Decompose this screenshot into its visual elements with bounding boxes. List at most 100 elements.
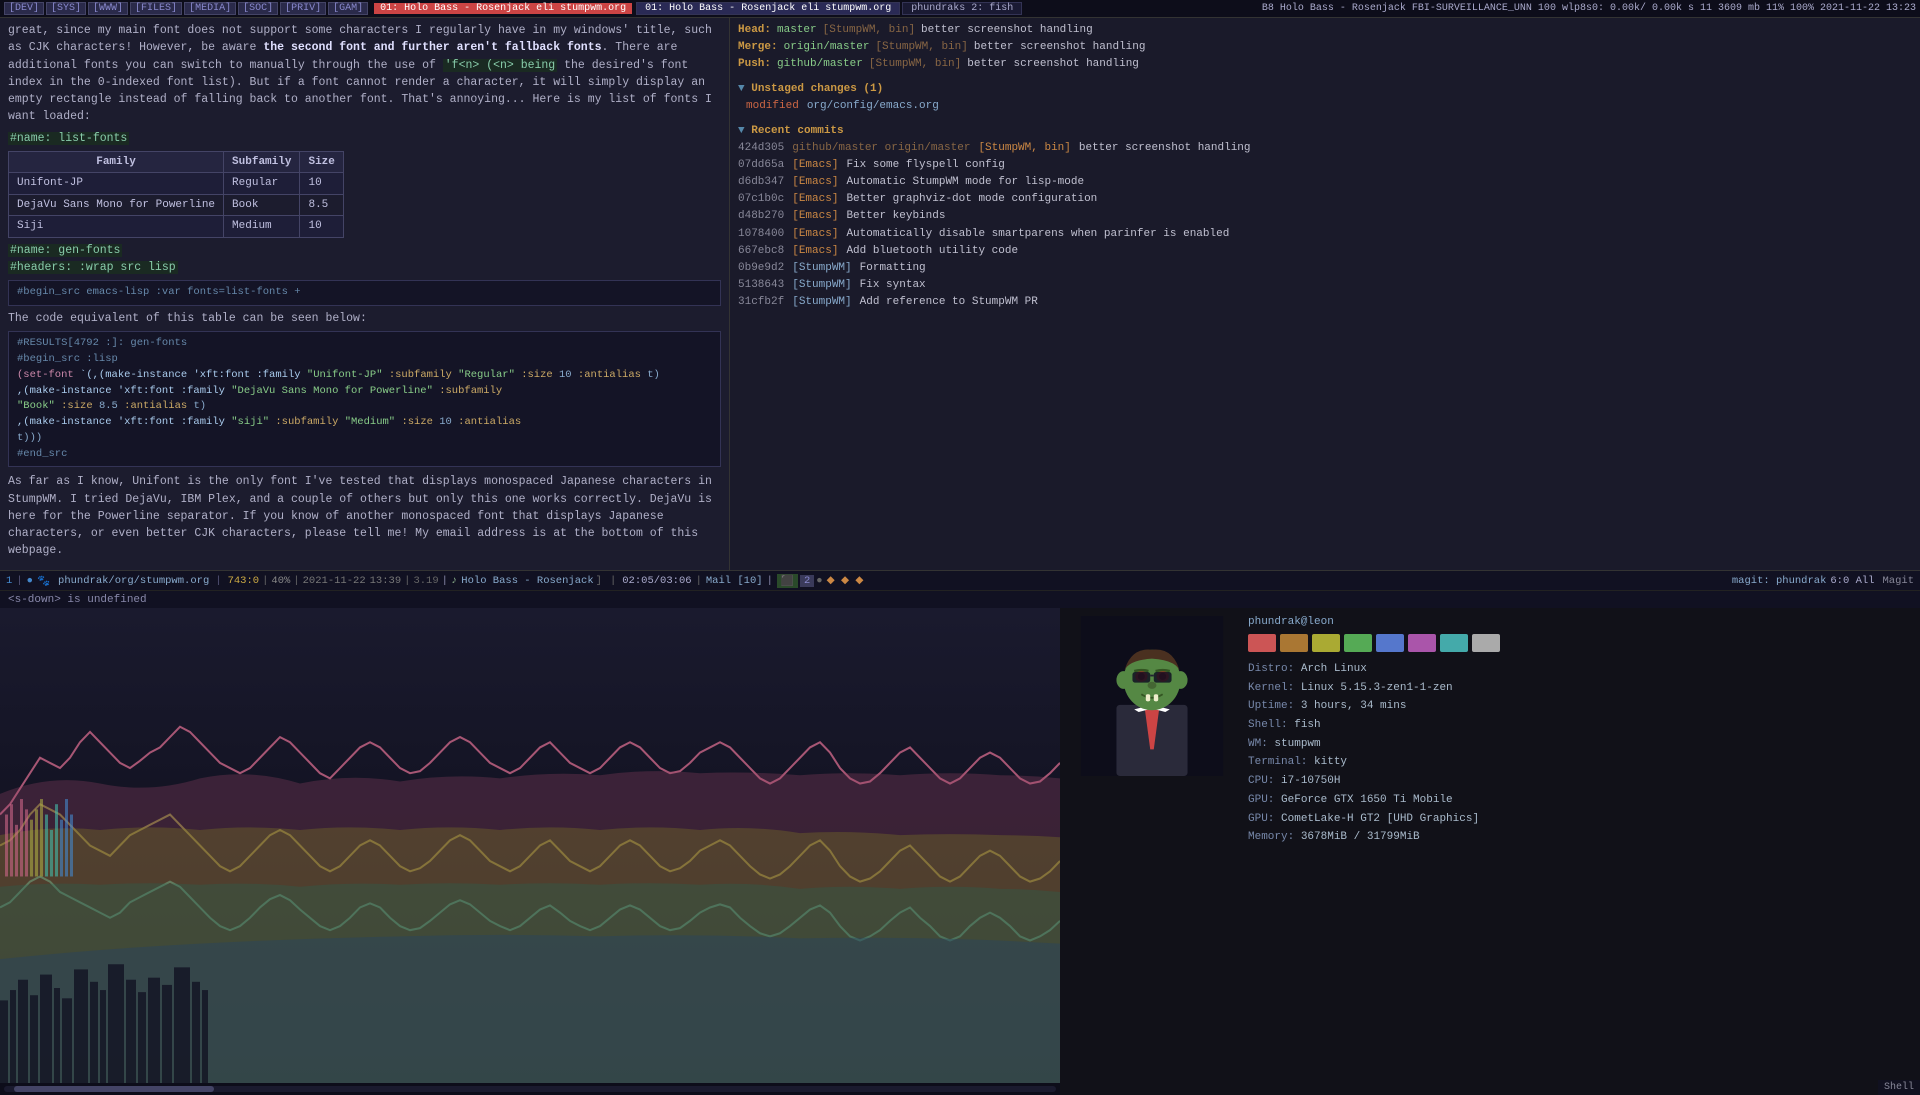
status-icon: 🐾	[37, 574, 50, 588]
status-icons: ◆ ◆ ◆	[827, 574, 864, 587]
terminal-row: Terminal: kitty	[1248, 753, 1500, 772]
commit-row-3: 07c1b0c [Emacs] Better graphviz-dot mode…	[738, 191, 1912, 208]
commit-hash-8[interactable]: 5138643	[738, 277, 784, 294]
commit-hash-1[interactable]: 07dd65a	[738, 157, 784, 174]
commit-tag-0: [StumpWM, bin]	[978, 140, 1070, 157]
modified-row: modified org/config/emacs.org	[746, 98, 1912, 115]
commit-msg-6: Add bluetooth utility code	[846, 243, 1018, 260]
status-time: 13:39	[370, 575, 402, 587]
tag-priv[interactable]: [PRIV]	[280, 2, 326, 15]
status-date: 2021-11-22	[303, 575, 366, 587]
status-music: Holo Bass - Rosenjack	[461, 575, 593, 587]
table-cell-font3: Siji	[9, 216, 224, 238]
commit-row-7: 0b9e9d2 [StumpWM] Formatting	[738, 260, 1912, 277]
waveform-visualizer[interactable]	[0, 608, 1060, 1095]
status-col-indicator: ⬛	[777, 574, 798, 588]
table-header-subfamily: Subfamily	[224, 151, 300, 173]
commit-row-4: d48b270 [Emacs] Better keybinds	[738, 208, 1912, 225]
wm-row: WM: stumpwm	[1248, 735, 1500, 754]
status-mail: Mail [10]	[706, 575, 763, 587]
commit-msg-1: Fix some flyspell config	[846, 157, 1004, 174]
unstaged-section-toggle[interactable]: ▼	[738, 83, 745, 95]
table-cell-font1: Unifont-JP	[9, 173, 224, 195]
uptime-row: Uptime: 3 hours, 34 mins	[1248, 697, 1500, 716]
echo-area: <s-down> is undefined	[0, 590, 1920, 608]
commit-ref-0: github/master origin/master	[792, 140, 970, 157]
shell-row: Shell: fish	[1248, 716, 1500, 735]
head-msg: better screenshot handling	[921, 22, 1093, 39]
status-zoom: 3.19	[413, 575, 438, 587]
table-cell-sub2: Book	[224, 194, 300, 216]
workspace-tags[interactable]: [DEV] [SYS] [WWW] [FILES] [MEDIA] [SOC] …	[4, 2, 368, 15]
status-music-time: 02:05/03:06	[622, 575, 691, 587]
code-block-results: #RESULTS[4792 :]: gen-fonts #begin_src :…	[8, 331, 721, 467]
main-split: great, since my main font does not suppo…	[0, 18, 1920, 570]
emacs-org-panel[interactable]: great, since my main font does not suppo…	[0, 18, 730, 570]
commit-hash-3[interactable]: 07c1b0c	[738, 191, 784, 208]
tag-soc[interactable]: [SOC]	[238, 2, 278, 15]
commit-tag-1: [Emacs]	[792, 157, 838, 174]
commit-row-0: 424d305 github/master origin/master [Stu…	[738, 140, 1912, 157]
window-tab-2[interactable]: phundraks 2: fish	[902, 2, 1022, 15]
active-window-title: 01: Holo Bass - Rosenjack eli stumpwm.or…	[374, 3, 632, 14]
commit-hash-5[interactable]: 1078400	[738, 226, 784, 243]
tag-www[interactable]: [WWW]	[88, 2, 128, 15]
code-name-genfonts: #name: gen-fonts	[8, 244, 122, 257]
avatar-svg	[1072, 616, 1232, 776]
memory-row: Memory: 3678MiB / 31799MiB	[1248, 828, 1500, 847]
table-cell-size1: 10	[300, 173, 343, 195]
username-display: phundrak@leon	[1248, 616, 1500, 628]
status-music-note: ♪	[451, 575, 457, 587]
modified-filepath[interactable]: org/config/emacs.org	[807, 98, 939, 115]
org-text-equiv: The code equivalent of this table can be…	[8, 310, 721, 327]
org-text-intro: great, since my main font does not suppo…	[8, 22, 721, 126]
scrollbar-thumb[interactable]	[14, 1086, 214, 1092]
table-cell-size3: 10	[300, 216, 343, 238]
tag-dev[interactable]: [DEV]	[4, 2, 44, 15]
commit-hash-9[interactable]: 31cfb2f	[738, 294, 784, 311]
color-palette	[1248, 634, 1500, 652]
commit-msg-3: Better graphviz-dot mode configuration	[846, 191, 1097, 208]
commit-msg-7: Formatting	[860, 260, 926, 277]
commit-hash-6[interactable]: 667ebc8	[738, 243, 784, 260]
commit-hash-7[interactable]: 0b9e9d2	[738, 260, 784, 277]
bottom-section: phundrak@leon Distro: Arch Linux	[0, 608, 1920, 1095]
nav-list: ○ 7.2 Colors ↓ ○ 7.3 Message and Input W…	[8, 568, 721, 571]
recent-commits-toggle[interactable]: ▼	[738, 125, 745, 137]
tag-gam[interactable]: [GAM]	[328, 2, 368, 15]
commit-hash-4[interactable]: d48b270	[738, 208, 784, 225]
commit-msg-0: better screenshot handling	[1079, 140, 1251, 157]
status-col-num: 2	[800, 575, 814, 587]
table-header-family: Family	[9, 151, 224, 173]
distro-row: Distro: Arch Linux	[1248, 660, 1500, 679]
commit-hash-2[interactable]: d6db347	[738, 174, 784, 191]
echo-message: <s-down> is undefined	[8, 594, 147, 606]
nav-item-72[interactable]: ○ 7.2 Colors ↓	[8, 568, 721, 571]
commits-list: 424d305 github/master origin/master [Stu…	[738, 140, 1912, 310]
top-right-info: B8 Holo Bass - Rosenjack FBI-SURVEILLANC…	[1262, 3, 1916, 14]
status-pos: 743:0	[228, 575, 260, 587]
head-tag: [StumpWM, bin]	[823, 22, 915, 39]
commit-row-1: 07dd65a [Emacs] Fix some flyspell config	[738, 157, 1912, 174]
magit-panel[interactable]: Head: master [StumpWM, bin] better scree…	[730, 18, 1920, 570]
avatar-area: phundrak@leon Distro: Arch Linux	[1072, 616, 1908, 847]
commit-tag-3: [Emacs]	[792, 191, 838, 208]
merge-msg: better screenshot handling	[974, 39, 1146, 56]
status-path: phundrak/org/stumpwm.org	[58, 575, 209, 587]
head-branch: master	[777, 22, 817, 39]
color-red	[1248, 634, 1276, 652]
wave-container	[0, 608, 1060, 1083]
scrollbar-track	[4, 1086, 1056, 1092]
tag-media[interactable]: [MEDIA]	[184, 2, 236, 15]
status-num: 1	[6, 575, 12, 587]
top-info-text: B8 Holo Bass - Rosenjack FBI-SURVEILLANC…	[1262, 3, 1916, 14]
tag-files[interactable]: [FILES]	[130, 2, 182, 15]
tag-sys[interactable]: [SYS]	[46, 2, 86, 15]
scrollbar[interactable]	[0, 1083, 1060, 1095]
recent-commits-label: Recent commits	[751, 125, 843, 137]
commit-hash-0[interactable]: 424d305	[738, 140, 784, 157]
merge-label: Merge:	[738, 39, 778, 56]
system-info-panel: phundrak@leon Distro: Arch Linux	[1060, 608, 1920, 1095]
color-teal	[1440, 634, 1468, 652]
window-tab-1[interactable]: 01: Holo Bass - Rosenjack eli stumpwm.or…	[636, 2, 900, 15]
